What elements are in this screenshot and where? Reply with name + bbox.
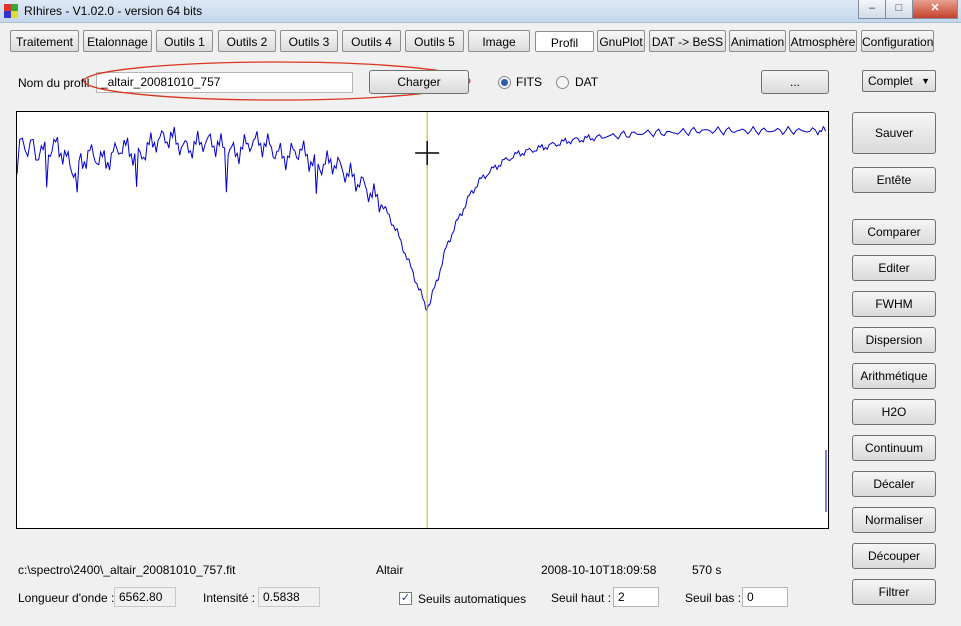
tab-image[interactable]: Image [468, 30, 530, 52]
low-threshold-label: Seuil bas : [685, 591, 742, 605]
tab-traitement[interactable]: Traitement [10, 30, 79, 52]
auto-thresholds-checkbox[interactable]: ✓ [399, 592, 412, 605]
tab-configuration[interactable]: Configuration [861, 30, 934, 52]
maximize-button[interactable]: □ [885, 0, 913, 19]
chevron-down-icon: ▼ [921, 76, 930, 86]
crop-button[interactable]: Découper [852, 543, 936, 569]
tab-outils-4[interactable]: Outils 4 [342, 30, 401, 52]
header-button[interactable]: Entête [852, 167, 936, 193]
dispersion-button[interactable]: Dispersion [852, 327, 936, 353]
tab-outils-5[interactable]: Outils 5 [405, 30, 464, 52]
window-title: RIhires - V1.02.0 - version 64 bits [24, 4, 203, 18]
tab-atmosphere[interactable]: Atmosphère [789, 30, 857, 52]
dat-radio[interactable] [556, 76, 569, 89]
spectrum-line [17, 125, 827, 311]
spectrum-chart [17, 112, 827, 528]
mode-select-value: Complet [868, 74, 913, 88]
continuum-button[interactable]: Continuum [852, 435, 936, 461]
observation-date: 2008-10-10T18:09:58 [541, 563, 657, 577]
wavelength-label: Longueur d'onde : [18, 591, 115, 605]
close-button[interactable]: ✕ [912, 0, 958, 19]
mode-select[interactable]: Complet ▼ [862, 70, 936, 92]
tab-outils-2[interactable]: Outils 2 [218, 30, 276, 52]
file-path: c:\spectro\2400\_altair_20081010_757.fit [18, 563, 236, 577]
wavelength-value: 6562.80 [114, 587, 176, 607]
tab-animation[interactable]: Animation [729, 30, 786, 52]
fwhm-button[interactable]: FWHM [852, 291, 936, 317]
title-bar: RIhires - V1.02.0 - version 64 bits – □ … [0, 0, 961, 23]
filter-button[interactable]: Filtrer [852, 579, 936, 605]
high-threshold-input[interactable]: 2 [613, 587, 659, 607]
fits-label: FITS [516, 75, 542, 89]
exposure-time: 570 s [692, 563, 722, 577]
fits-radio[interactable] [498, 76, 511, 89]
auto-thresholds-label: Seuils automatiques [418, 592, 527, 606]
crosshair-icon [415, 141, 440, 165]
tab-outils-1[interactable]: Outils 1 [156, 30, 213, 52]
compare-button[interactable]: Comparer [852, 219, 936, 245]
tab-gnuplot[interactable]: GnuPlot [597, 30, 645, 52]
tab-profil[interactable]: Profil [535, 31, 594, 52]
low-threshold-input[interactable]: 0 [742, 587, 788, 607]
dat-label: DAT [575, 75, 599, 89]
app-icon [4, 4, 18, 18]
object-name: Altair [376, 563, 404, 577]
minimize-button[interactable]: – [858, 0, 886, 19]
arithmetic-button[interactable]: Arithmétique [852, 363, 936, 389]
high-threshold-label: Seuil haut : [551, 591, 612, 605]
normalize-button[interactable]: Normaliser [852, 507, 936, 533]
tab-etalonnage[interactable]: Etalonnage [83, 30, 152, 52]
save-button[interactable]: Sauver [852, 112, 936, 154]
tab-outils-3[interactable]: Outils 3 [280, 30, 338, 52]
h2o-button[interactable]: H2O [852, 399, 936, 425]
intensity-value: 0.5838 [258, 587, 320, 607]
intensity-label: Intensité : [203, 591, 256, 605]
browse-button[interactable]: ... [761, 70, 829, 94]
profile-name-label: Nom du profil [18, 76, 90, 90]
edit-button[interactable]: Editer [852, 255, 936, 281]
load-button[interactable]: Charger [369, 70, 469, 94]
tab-dat-bess[interactable]: DAT -> BeSS [649, 30, 726, 52]
spectrum-plot[interactable] [16, 111, 829, 529]
shift-button[interactable]: Décaler [852, 471, 936, 497]
